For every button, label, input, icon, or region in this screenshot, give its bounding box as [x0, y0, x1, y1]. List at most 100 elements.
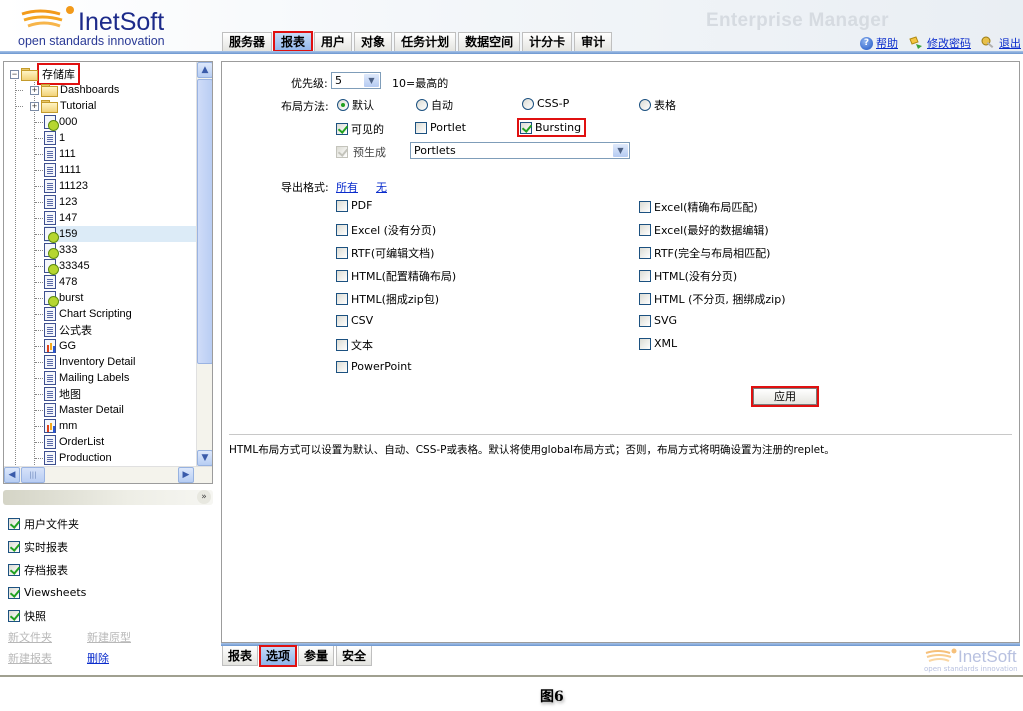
tab-scorecard[interactable]: 计分卡	[522, 32, 573, 51]
tree-item[interactable]: Mailing Labels	[44, 370, 129, 386]
filter-snapshots[interactable]: 快照	[8, 604, 86, 627]
checkbox[interactable]	[336, 339, 348, 351]
export-format-checkbox[interactable]: RTF(完全与布局相匹配)	[639, 245, 770, 261]
layout-radio-auto[interactable]: 自动	[416, 97, 453, 113]
scroll-left-button[interactable]: ◀	[4, 467, 20, 483]
scroll-thumb[interactable]	[197, 79, 212, 364]
filter-archived-reports[interactable]: 存档报表	[8, 558, 86, 581]
export-format-checkbox[interactable]: Excel (没有分页)	[336, 222, 436, 238]
checkbox[interactable]	[336, 293, 348, 305]
checkbox[interactable]	[336, 270, 348, 282]
tree-item[interactable]: 地图	[44, 386, 81, 402]
radio-button[interactable]	[639, 99, 651, 111]
export-select-none-link[interactable]: 无	[376, 179, 387, 195]
layout-radio-cssp[interactable]: CSS-P	[522, 97, 569, 110]
tree-item[interactable]: 123	[44, 194, 77, 210]
tree-item[interactable]: Inventory Detail	[44, 354, 135, 370]
priority-select[interactable]: 5 ▼	[331, 72, 381, 89]
tree-item[interactable]: 1	[44, 130, 65, 146]
tab-reports[interactable]: 报表	[273, 31, 314, 52]
logout-label[interactable]: 退出	[999, 35, 1021, 51]
tree-item[interactable]: mm	[44, 418, 77, 434]
export-format-checkbox[interactable]: HTML(没有分页)	[639, 268, 737, 284]
chevron-down-icon[interactable]: ▼	[613, 144, 628, 157]
layout-radio-default[interactable]: 默认	[337, 97, 374, 113]
checkbox[interactable]	[336, 314, 348, 327]
help-link-label[interactable]: 帮助	[876, 35, 898, 51]
tree-item[interactable]: 11123	[44, 178, 88, 194]
change-password-link[interactable]: 修改密码	[908, 35, 971, 51]
tree-item[interactable]: GG	[44, 338, 76, 354]
checkbox[interactable]	[8, 586, 20, 599]
delete-link[interactable]: 删除	[87, 650, 166, 666]
tab-users[interactable]: 用户	[314, 32, 353, 51]
apply-button[interactable]: 应用	[751, 386, 819, 407]
tab-schedule[interactable]: 任务计划	[394, 32, 457, 51]
tab-audit[interactable]: 审计	[574, 32, 613, 51]
tree-item[interactable]: Master Detail	[44, 402, 124, 418]
checkbox[interactable]	[639, 247, 651, 259]
checkbox[interactable]	[639, 293, 651, 305]
checkbox[interactable]	[639, 201, 651, 213]
checkbox[interactable]	[336, 123, 348, 135]
checkbox[interactable]	[8, 609, 20, 622]
filter-live-reports[interactable]: 实时报表	[8, 535, 86, 558]
double-chevron-down-icon[interactable]: »	[197, 490, 211, 504]
filter-user-folders[interactable]: 用户文件夹	[8, 512, 86, 535]
tree-horizontal-scrollbar[interactable]: ◀ ||| ▶	[4, 466, 212, 483]
h-scroll-thumb[interactable]: |||	[21, 467, 45, 483]
tab-security[interactable]: 安全	[336, 646, 373, 666]
tree-item[interactable]: 000	[44, 114, 77, 131]
export-format-checkbox[interactable]: HTML(捆成zip包)	[336, 291, 439, 307]
portlet-checkbox[interactable]: Portlet	[415, 121, 466, 134]
export-format-checkbox[interactable]: Excel(精确布局匹配)	[639, 199, 758, 215]
tree-item[interactable]: Production	[44, 450, 112, 466]
change-password-label[interactable]: 修改密码	[927, 35, 971, 51]
expand-icon[interactable]: +	[30, 101, 39, 111]
tree-item[interactable]: 111	[44, 146, 76, 162]
radio-button[interactable]	[522, 97, 534, 110]
tree-item[interactable]: + Dashboards	[30, 82, 119, 98]
export-format-checkbox[interactable]: Excel(最好的数据编辑)	[639, 222, 769, 238]
checkbox[interactable]	[639, 270, 651, 282]
checkbox[interactable]	[520, 121, 532, 134]
checkbox[interactable]	[639, 224, 651, 236]
checkbox[interactable]	[336, 360, 348, 373]
visible-checkbox[interactable]: 可见的	[336, 121, 384, 137]
bursting-checkbox[interactable]: Bursting	[516, 118, 587, 137]
filter-viewsheets[interactable]: Viewsheets	[8, 581, 86, 604]
export-format-checkbox[interactable]: RTF(可编辑文档)	[336, 245, 434, 261]
tab-options[interactable]: 选项	[259, 645, 298, 667]
export-format-checkbox[interactable]: PowerPoint	[336, 360, 412, 373]
filter-section-header[interactable]: »	[3, 490, 213, 505]
tab-server[interactable]: 服务器	[222, 32, 273, 51]
checkbox[interactable]	[639, 337, 651, 350]
checkbox[interactable]	[8, 563, 20, 576]
tree-item[interactable]: burst	[44, 290, 83, 307]
tree-item[interactable]: 147	[44, 210, 77, 226]
logout-link[interactable]: 退出	[981, 35, 1021, 51]
tree-item[interactable]: 159	[44, 226, 198, 243]
checkbox[interactable]	[8, 540, 20, 553]
checkbox[interactable]	[8, 517, 20, 530]
checkbox[interactable]	[336, 224, 348, 236]
export-format-checkbox[interactable]: 文本	[336, 337, 373, 353]
tree-item[interactable]: + Tutorial	[30, 98, 96, 114]
chevron-down-icon[interactable]: ▼	[364, 74, 379, 87]
tree-vertical-scrollbar[interactable]: ▲ ▼	[196, 62, 212, 466]
tree-root-repository[interactable]: − 存储库	[10, 63, 80, 85]
tab-objects[interactable]: 对象	[354, 32, 393, 51]
tab-dataspace[interactable]: 数据空间	[458, 32, 521, 51]
export-format-checkbox[interactable]: SVG	[639, 314, 677, 327]
checkbox[interactable]	[639, 314, 651, 327]
tab-parameters[interactable]: 参量	[298, 646, 335, 666]
portlets-select[interactable]: Portlets ▼	[410, 142, 630, 159]
tree-item[interactable]: 1111	[44, 162, 81, 178]
export-format-checkbox[interactable]: HTML(配置精确布局)	[336, 268, 456, 284]
layout-radio-table[interactable]: 表格	[639, 97, 676, 113]
help-link[interactable]: ? 帮助	[860, 35, 898, 51]
tree-item[interactable]: 478	[44, 274, 77, 290]
export-select-all-link[interactable]: 所有	[336, 179, 358, 195]
tree-item[interactable]: Chart Scripting	[44, 306, 132, 322]
checkbox[interactable]	[415, 121, 427, 134]
